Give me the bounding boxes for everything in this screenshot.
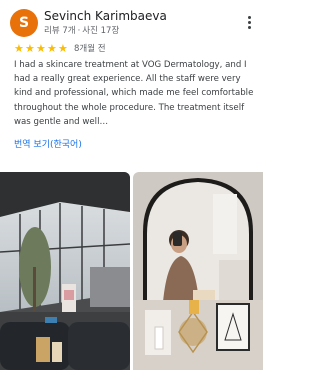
translate-link[interactable]: 번역 보기(한국어): [14, 137, 82, 150]
star-icon: ★: [25, 41, 35, 55]
avatar[interactable]: S: [10, 9, 38, 37]
review-time: 8개월 전: [74, 44, 106, 54]
reviewer-meta: 리뷰 7개 · 사진 17장: [44, 24, 119, 36]
meta-separator: ·: [77, 26, 81, 36]
review-card: S Sevinch Karimbaeva 리뷰 7개 · 사진 17장 ★ ★ ★ ★ ★ …: [0, 0, 263, 370]
star-rating: ★ ★ ★ ★ ★: [14, 43, 69, 54]
photos-count: 사진 17장: [82, 26, 120, 36]
clinic-interior-image: [0, 172, 130, 370]
rating-row: ★ ★ ★ ★ ★ 8개월 전: [14, 42, 106, 55]
review-photos: [0, 172, 263, 370]
star-icon: ★: [58, 41, 68, 55]
star-icon: ★: [36, 41, 46, 55]
review-photo-interior[interactable]: [0, 172, 130, 370]
review-header: S Sevinch Karimbaeva 리뷰 7개 · 사진 17장: [10, 8, 255, 40]
star-icon: ★: [47, 41, 57, 55]
star-icon: ★: [14, 41, 24, 55]
reviews-count: 리뷰 7개: [44, 26, 76, 36]
more-vert-icon[interactable]: [243, 14, 255, 30]
reviewer-name[interactable]: Sevinch Karimbaeva: [44, 9, 167, 23]
mirror-selfie-image: [133, 172, 263, 370]
review-text[interactable]: I had a skincare treatment at VOG Dermat…: [14, 58, 254, 129]
review-photo-mirror[interactable]: [133, 172, 263, 370]
